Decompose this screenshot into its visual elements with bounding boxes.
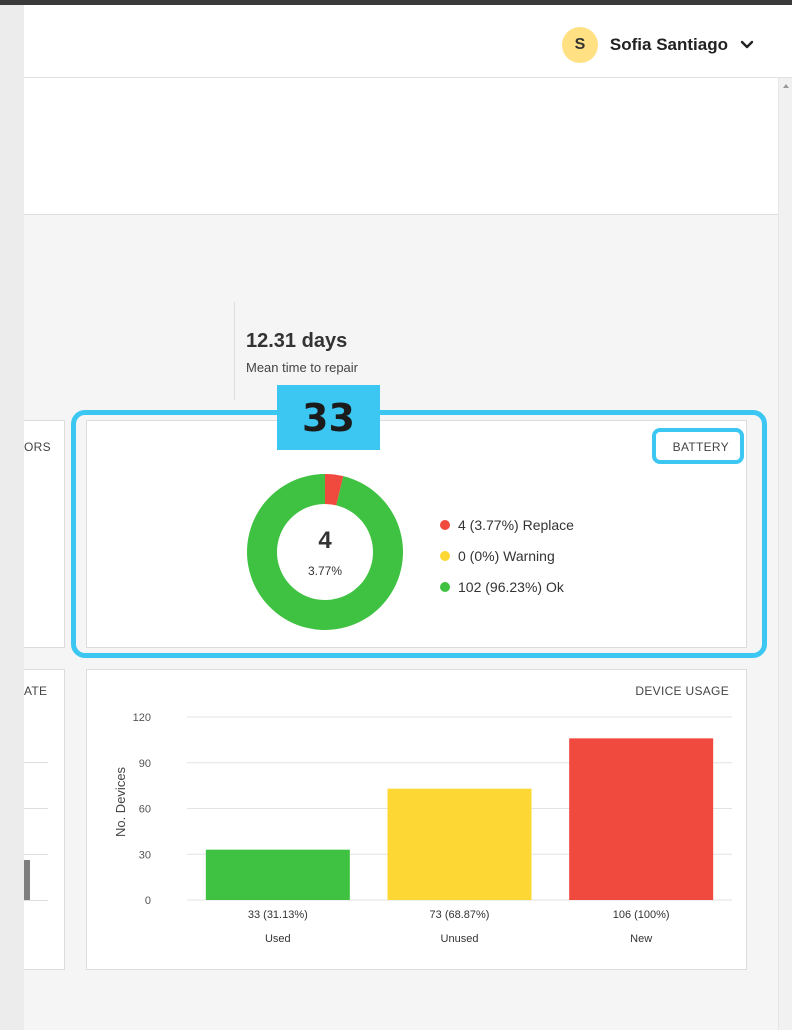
app-header: S Sofia Santiago xyxy=(24,5,792,78)
bar-new xyxy=(569,738,714,900)
user-name[interactable]: Sofia Santiago xyxy=(610,35,728,55)
y-axis-label: No. Devices xyxy=(113,766,128,837)
y-tick-label: 90 xyxy=(139,758,151,770)
highlight-title-frame xyxy=(652,428,744,464)
device-usage-bar-chart: 0 30 60 90 120 33 (31.13%) Used 73 (68.87%) Unus… xyxy=(113,712,732,945)
y-tick-label: 120 xyxy=(133,712,151,724)
device-usage-card: DEVICE USAGE 0 30 60 90 120 33 (31.13%) Used 73… xyxy=(86,669,747,970)
mean-time-label: Mean time to repair xyxy=(246,360,358,375)
bar-data-label: 33 (31.13%) xyxy=(248,909,308,921)
left-sidebar-strip xyxy=(0,5,24,1030)
grid-line xyxy=(24,900,48,901)
stat-divider xyxy=(234,302,235,400)
x-tick-label: New xyxy=(630,933,652,945)
grid-line xyxy=(24,762,48,763)
annotation-badge: 33 xyxy=(277,385,380,450)
partial-bar xyxy=(24,860,30,900)
partial-card-title: ATE xyxy=(24,684,48,698)
page-title-band xyxy=(24,78,778,215)
bar-used xyxy=(205,849,350,900)
bar-data-label: 106 (100%) xyxy=(613,909,670,921)
grid-line xyxy=(24,808,48,809)
y-tick-label: 60 xyxy=(139,804,151,816)
avatar[interactable]: S xyxy=(561,27,598,63)
vertical-scrollbar[interactable] xyxy=(778,78,792,1030)
grid-line xyxy=(24,854,48,855)
scroll-up-icon[interactable] xyxy=(783,84,789,88)
chevron-down-icon[interactable] xyxy=(740,38,754,52)
bar-data-label: 73 (68.87%) xyxy=(430,909,490,921)
y-tick-label: 0 xyxy=(145,895,151,907)
partial-card-title: ORS xyxy=(24,440,51,454)
x-tick-label: Used xyxy=(265,933,291,945)
partial-card-left-bottom: ATE xyxy=(24,669,65,970)
y-tick-label: 30 xyxy=(139,849,151,861)
x-tick-label: Unused xyxy=(441,933,479,945)
partial-card-left-top: ORS xyxy=(24,420,65,648)
bar-unused xyxy=(387,788,532,900)
mean-time-value: 12.31 days xyxy=(246,330,348,352)
user-menu[interactable]: S Sofia Santiago xyxy=(561,27,754,63)
